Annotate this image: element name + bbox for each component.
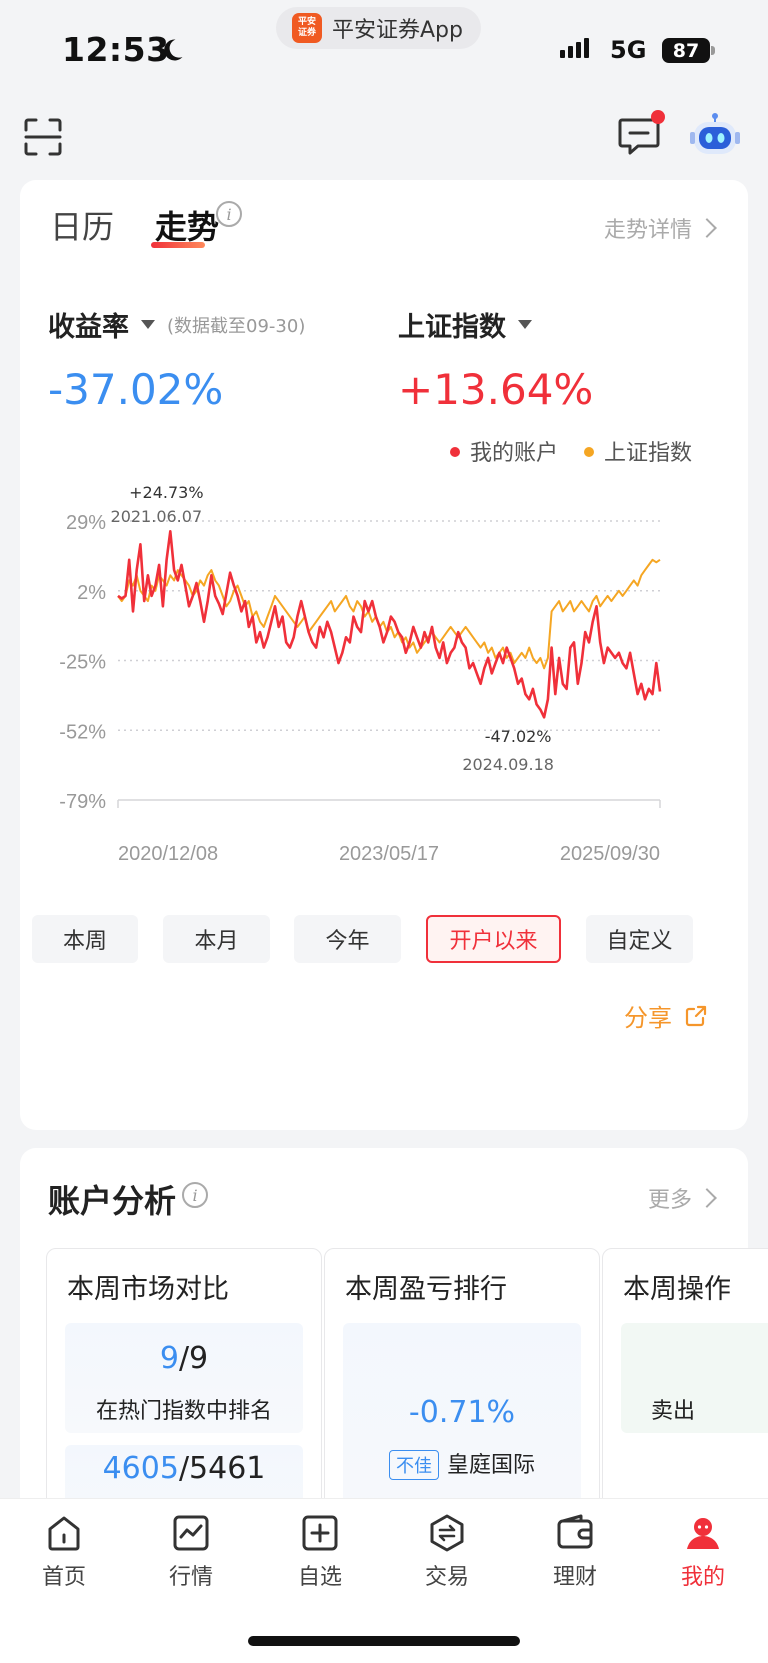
sub-card-title: 本周市场对比 [67,1274,229,1305]
x-tick-label: 2020/12/08 [118,843,218,865]
assistant-robot-icon[interactable] [690,112,740,158]
nav-profile[interactable]: 我的 [658,1513,748,1591]
annotation-max-date: 2021.06.07 [111,507,203,526]
annotation-min-date: 2024.09.18 [462,755,554,774]
rank-value: 9/9 [159,1341,209,1376]
index-value: +13.64% [398,365,594,414]
signal-icon [560,38,589,58]
analysis-title: 账户分析 [48,1182,177,1220]
pingan-logo-icon: 平安 证券 [292,13,322,43]
info-icon[interactable]: i [182,1182,208,1208]
pnl-value: -0.71% [408,1395,516,1430]
nav-home[interactable]: 首页 [19,1513,109,1591]
home-icon [48,1516,80,1551]
x-tick-label: 2023/05/17 [339,843,439,865]
y-tick-label: -25% [59,652,106,674]
trend-detail-link[interactable]: 走势详情 [603,212,717,244]
sub-card-title: 本周盈亏排行 [345,1274,507,1305]
moon-icon [164,39,183,61]
app-source-pill[interactable]: 平安 证券 平安证券App [276,7,481,49]
dropdown-arrow-icon [518,320,532,329]
wallet-icon [557,1514,593,1549]
y-tick-label: -52% [59,721,106,743]
return-rate-value: -37.02% [48,365,224,414]
trade-icon [430,1514,464,1552]
battery-icon: 87 [662,38,710,63]
range-week[interactable]: 本周 [32,915,138,963]
status-bar: 12:53 平安 证券 平安证券App 5G 87 [0,0,768,100]
series-line [117,530,662,719]
app-source-label: 平安证券App [332,18,463,43]
more-label: 更多 [647,1188,692,1213]
rank2-value: 4605/5461 [102,1451,266,1486]
scan-icon[interactable] [24,118,62,156]
range-since-open[interactable]: 开户以来 [426,915,561,963]
status-time: 12:53 [62,30,170,69]
active-tab-indicator [151,242,205,248]
trend-card: 日历 走势 i 走势详情 收益率 (数据截至09-30) -37.02% 上证指… [20,180,748,1130]
pnl-stock: 不佳 皇庭国际 [343,1447,581,1480]
chevron-right-icon [697,218,717,238]
tab-calendar[interactable]: 日历 [50,202,114,248]
nav-watchlist[interactable]: 自选 [275,1513,365,1591]
profile-icon [687,1518,719,1549]
series-line [117,558,661,670]
chevron-right-icon [697,1188,717,1208]
trend-detail-label: 走势详情 [603,218,692,243]
range-selector: 本周 本月 今年 开户以来 自定义 [30,915,738,963]
y-tick-label: -79% [59,791,106,813]
range-year[interactable]: 今年 [294,915,401,963]
share-label: 分享 [624,1004,672,1032]
return-rate-label: 收益率 [48,312,129,343]
operation-desc: 卖出 [651,1399,696,1424]
nav-wealth[interactable]: 理财 [530,1513,620,1591]
info-icon[interactable]: i [216,201,242,227]
sub-card-title: 本周操作 [623,1274,731,1305]
dropdown-arrow-icon [141,320,155,329]
watchlist-add-icon [302,1515,338,1551]
data-date-note: (数据截至09-30) [167,315,306,337]
return-rate-selector[interactable]: 收益率 (数据截至09-30) [48,305,305,344]
y-tick-label: 2% [77,582,106,604]
trend-chart[interactable]: 29% 2% -25% -52% -79% 2020/12/08 2023/05/17 202… [20,460,748,880]
x-tick-label: 2025/09/30 [560,843,660,865]
rank-desc: 在热门指数中排名 [95,1399,272,1424]
range-month[interactable]: 本月 [163,915,270,963]
y-tick-label: 29% [66,512,106,534]
unread-badge [651,110,665,124]
home-indicator [248,1636,520,1646]
annotation-max-value: +24.73% [129,483,203,502]
share-icon [685,1005,707,1026]
index-selector[interactable]: 上证指数 [398,305,532,344]
range-custom[interactable]: 自定义 [586,915,693,963]
nav-trade[interactable]: 交易 [402,1513,492,1591]
annotation-min-value: -47.02% [485,727,552,746]
nav-market[interactable]: 行情 [146,1513,236,1591]
network-label: 5G [610,36,647,64]
analysis-more-link[interactable]: 更多 [647,1182,717,1214]
index-label: 上证指数 [398,312,506,343]
status-badge: 不佳 [388,1450,439,1480]
share-button[interactable]: 分享 [624,998,708,1033]
market-icon [173,1515,209,1551]
